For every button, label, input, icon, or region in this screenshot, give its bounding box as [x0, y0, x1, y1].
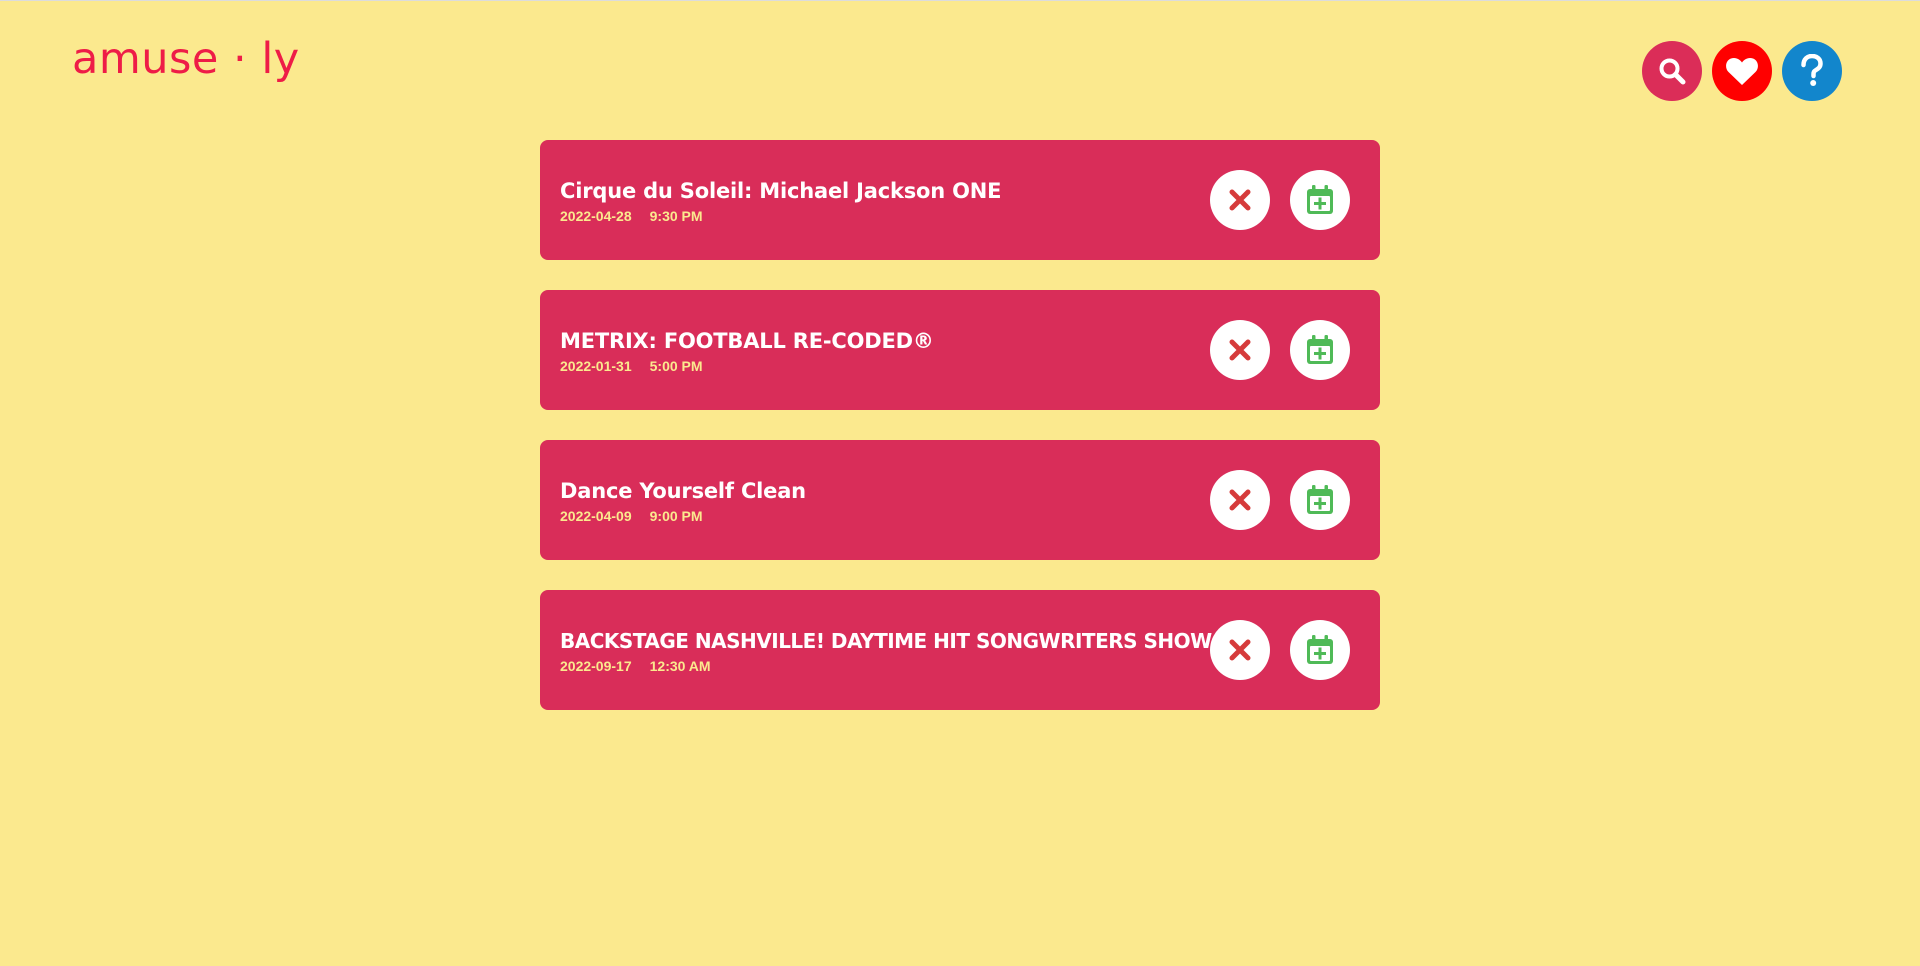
event-time: 5:00 PM	[649, 358, 703, 374]
add-to-calendar-button[interactable]	[1290, 170, 1350, 230]
event-date: 2022-04-09	[560, 508, 632, 524]
event-actions	[1210, 470, 1350, 530]
event-actions	[1210, 620, 1350, 680]
event-info: Dance Yourself Clean 2022-04-09 9:00 PM	[560, 478, 1240, 525]
dismiss-button[interactable]	[1210, 620, 1270, 680]
favorites-button[interactable]	[1712, 41, 1772, 101]
event-info: Cirque du Soleil: Michael Jackson ONE 20…	[560, 178, 1240, 225]
event-title: BACKSTAGE NASHVILLE! DAYTIME HIT SONGWRI…	[560, 629, 1212, 653]
calendar-plus-icon	[1307, 335, 1333, 364]
search-button[interactable]	[1642, 41, 1702, 101]
question-icon	[1801, 54, 1823, 86]
search-icon	[1659, 58, 1686, 85]
top-border	[0, 0, 1920, 1]
dismiss-button[interactable]	[1210, 170, 1270, 230]
add-to-calendar-button[interactable]	[1290, 470, 1350, 530]
heart-icon	[1726, 57, 1758, 85]
app-logo[interactable]: amuse · ly	[72, 38, 300, 81]
event-card: BACKSTAGE NASHVILLE! DAYTIME HIT SONGWRI…	[540, 590, 1380, 710]
event-time: 9:30 PM	[649, 208, 703, 224]
event-datetime: 2022-01-31 5:00 PM	[560, 357, 1240, 375]
close-icon	[1229, 339, 1251, 361]
event-datetime: 2022-04-28 9:30 PM	[560, 207, 1240, 225]
calendar-plus-icon	[1307, 485, 1333, 514]
event-title: METRIX: FOOTBALL RE-CODED®	[560, 329, 934, 353]
add-to-calendar-button[interactable]	[1290, 620, 1350, 680]
help-button[interactable]	[1782, 41, 1842, 101]
event-card: METRIX: FOOTBALL RE-CODED® 2022-01-31 5:0…	[540, 290, 1380, 410]
event-time: 12:30 AM	[649, 658, 711, 674]
event-time: 9:00 PM	[649, 508, 703, 524]
event-datetime: 2022-09-17 12:30 AM	[560, 657, 1240, 675]
event-date: 2022-04-28	[560, 208, 632, 224]
event-title: Dance Yourself Clean	[560, 479, 806, 503]
close-icon	[1229, 489, 1251, 511]
close-icon	[1229, 189, 1251, 211]
add-to-calendar-button[interactable]	[1290, 320, 1350, 380]
event-title: Cirque du Soleil: Michael Jackson ONE	[560, 179, 1002, 203]
event-card: Dance Yourself Clean 2022-04-09 9:00 PM	[540, 440, 1380, 560]
event-datetime: 2022-04-09 9:00 PM	[560, 507, 1240, 525]
event-info: BACKSTAGE NASHVILLE! DAYTIME HIT SONGWRI…	[560, 628, 1240, 675]
event-date: 2022-09-17	[560, 658, 632, 674]
event-actions	[1210, 320, 1350, 380]
dismiss-button[interactable]	[1210, 470, 1270, 530]
event-actions	[1210, 170, 1350, 230]
event-card: Cirque du Soleil: Michael Jackson ONE 20…	[540, 140, 1380, 260]
event-date: 2022-01-31	[560, 358, 632, 374]
event-list: Cirque du Soleil: Michael Jackson ONE 20…	[540, 140, 1380, 740]
close-icon	[1229, 639, 1251, 661]
event-info: METRIX: FOOTBALL RE-CODED® 2022-01-31 5:0…	[560, 328, 1240, 375]
dismiss-button[interactable]	[1210, 320, 1270, 380]
calendar-plus-icon	[1307, 185, 1333, 214]
calendar-plus-icon	[1307, 635, 1333, 664]
header-nav	[1642, 41, 1842, 101]
